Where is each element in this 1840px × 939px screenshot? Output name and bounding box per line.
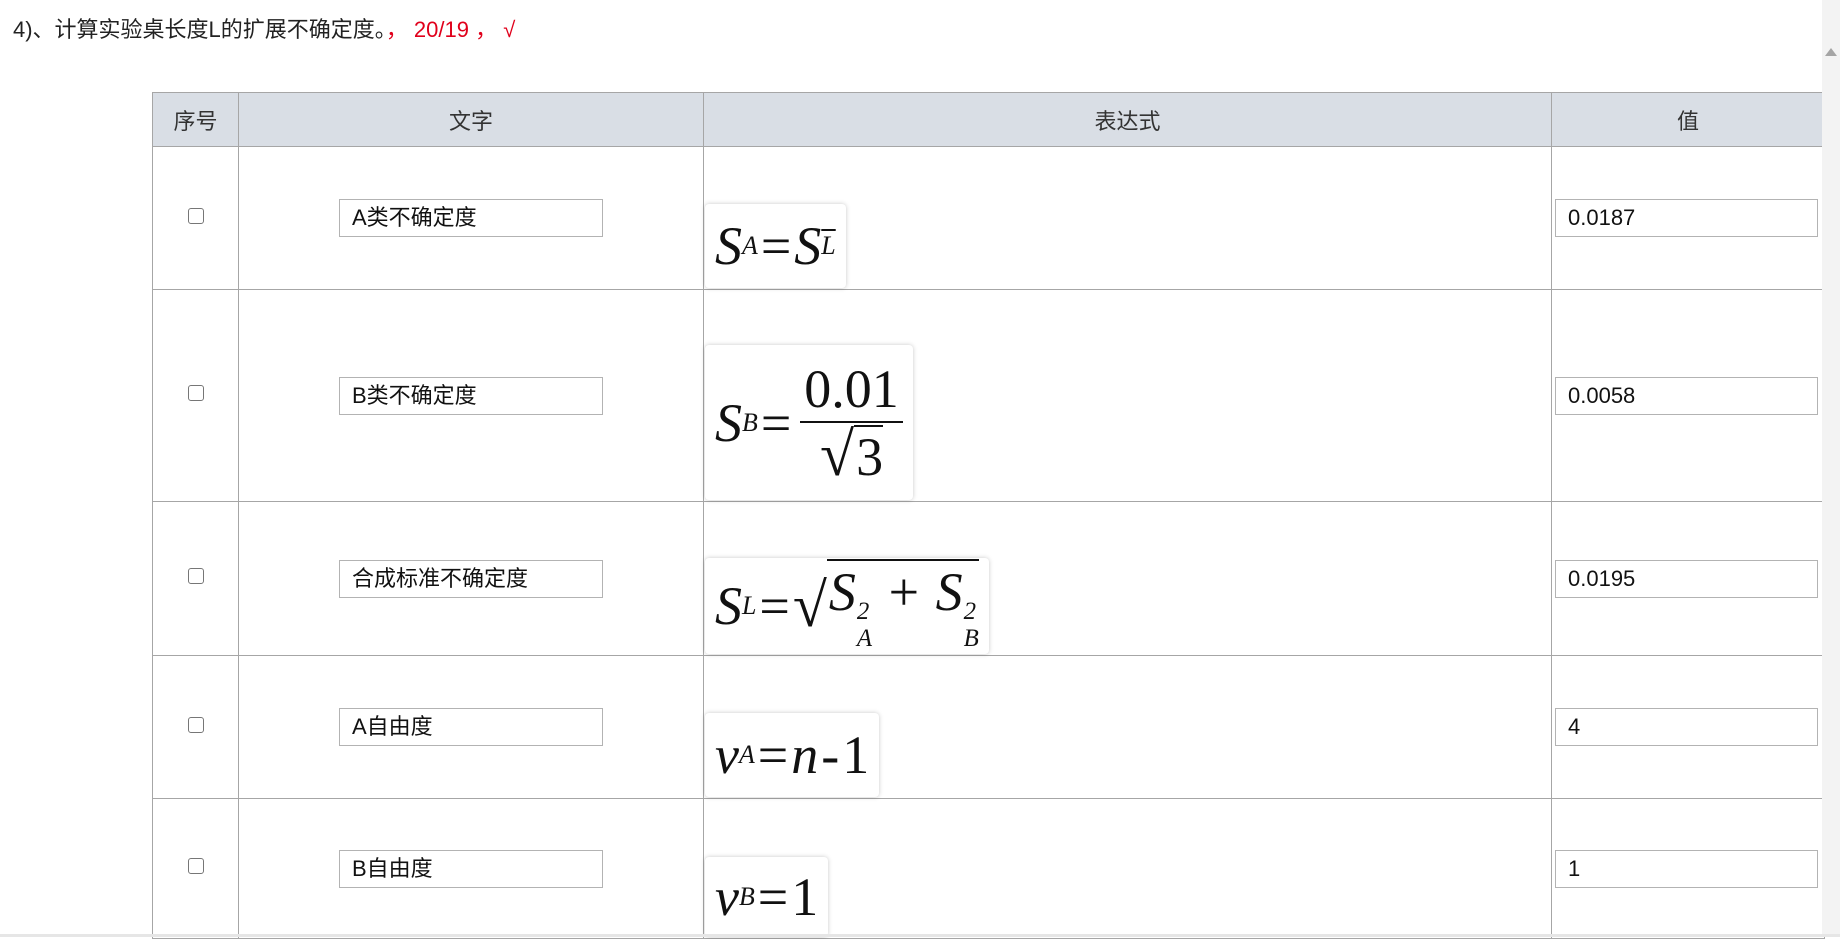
formula-plus: + bbox=[888, 562, 920, 623]
text-input[interactable]: A自由度 bbox=[339, 708, 603, 746]
formula-symbol: v bbox=[715, 867, 739, 927]
question-score: ， 20/19 ， √ bbox=[385, 17, 516, 42]
formula-number: 1 bbox=[842, 725, 870, 785]
text-cell: A类不确定度 bbox=[238, 146, 704, 290]
table-header-row: 序号 文字 表达式 值 bbox=[152, 92, 1825, 147]
text-cell: A自由度 bbox=[238, 655, 704, 799]
formula-image: vB = 1 bbox=[705, 857, 829, 937]
value-cell: 1 bbox=[1551, 798, 1825, 939]
formula-symbol: S bbox=[828, 562, 856, 623]
value-input[interactable]: 0.0195 bbox=[1555, 559, 1818, 598]
row-checkbox[interactable] bbox=[187, 716, 204, 733]
header-index: 序号 bbox=[152, 92, 239, 147]
value-cell: 0.0195 bbox=[1551, 501, 1825, 656]
vertical-scrollbar[interactable] bbox=[1822, 0, 1840, 937]
expression-cell: SA = SL bbox=[703, 146, 1552, 290]
value-input[interactable]: 0.0187 bbox=[1555, 199, 1818, 237]
radicand: S2A + S2B bbox=[826, 559, 979, 653]
formula-symbol: n bbox=[791, 725, 819, 785]
radical-sign: √ bbox=[792, 571, 827, 640]
formula-symbol: S bbox=[935, 562, 963, 623]
expression-cell: SL = √ S2A + S2B bbox=[703, 501, 1552, 656]
text-input[interactable]: B类不确定度 bbox=[339, 376, 603, 415]
formula-symbol: S bbox=[715, 576, 742, 636]
expression-cell: vA = n - 1 bbox=[703, 655, 1552, 799]
text-input[interactable]: A类不确定度 bbox=[339, 199, 603, 237]
formula-image: vA = n - 1 bbox=[705, 713, 880, 797]
value-cell: 0.0058 bbox=[1551, 289, 1825, 502]
radical-sign: √ bbox=[820, 420, 855, 489]
radicand: 3 bbox=[854, 424, 884, 487]
value-input[interactable]: 0.0058 bbox=[1555, 376, 1818, 415]
formula-subscript: B bbox=[963, 625, 979, 653]
fraction-denominator: √3 bbox=[820, 420, 884, 489]
formula-image: SL = √ S2A + S2B bbox=[705, 558, 989, 654]
scroll-up-arrow-icon[interactable] bbox=[1825, 48, 1837, 56]
row-select-cell bbox=[152, 501, 239, 656]
question-text: 4)、计算实验桌长度L的扩展不确定度。 bbox=[13, 17, 386, 42]
header-value: 值 bbox=[1551, 92, 1825, 147]
formula-image: SA = SL bbox=[705, 204, 846, 288]
formula-equals: = bbox=[760, 392, 792, 453]
value-cell: 4 bbox=[1551, 655, 1825, 799]
uncertainty-table: 序号 文字 表达式 值 A类不确定度 SA = SL 0.0187 B类不确定度… bbox=[152, 92, 1825, 939]
formula-image: SB = 0.01 √3 bbox=[705, 345, 913, 500]
formula-symbol: S bbox=[715, 392, 742, 453]
row-select-cell bbox=[152, 798, 239, 939]
expression-cell: vB = 1 bbox=[703, 798, 1552, 939]
row-checkbox[interactable] bbox=[187, 858, 204, 874]
formula-equals: = bbox=[757, 725, 789, 785]
table-row: A类不确定度 SA = SL 0.0187 bbox=[152, 146, 1825, 290]
table-row: A自由度 vA = n - 1 4 bbox=[152, 655, 1825, 799]
formula-minus: - bbox=[821, 725, 840, 785]
formula-equals: = bbox=[759, 576, 790, 636]
expression-cell: SB = 0.01 √3 bbox=[703, 289, 1552, 502]
formula-superscript: 2 bbox=[856, 598, 870, 626]
row-select-cell bbox=[152, 146, 239, 290]
question-title: 4)、计算实验桌长度L的扩展不确定度。， 20/19 ， √ bbox=[13, 14, 515, 46]
table-row: B类不确定度 SB = 0.01 √3 0.0058 bbox=[152, 289, 1825, 502]
formula-symbol: S bbox=[794, 216, 822, 276]
formula-symbol: v bbox=[715, 725, 739, 785]
formula-subsup: 2A bbox=[857, 598, 872, 653]
table-row: 合成标准不确定度 SL = √ S2A + S2B 0.0195 bbox=[152, 501, 1825, 656]
value-input[interactable]: 4 bbox=[1555, 708, 1818, 746]
header-expression: 表达式 bbox=[703, 92, 1552, 147]
formula-subsup: 2B bbox=[964, 598, 979, 653]
formula-number: 1 bbox=[791, 867, 819, 927]
formula-superscript: 2 bbox=[963, 598, 976, 626]
text-cell: B自由度 bbox=[238, 798, 704, 939]
formula-subscript: A bbox=[856, 625, 873, 653]
table-row: B自由度 vB = 1 1 bbox=[152, 798, 1825, 939]
value-cell: 0.0187 bbox=[1551, 146, 1825, 290]
formula-equals: = bbox=[760, 216, 792, 276]
value-input[interactable]: 1 bbox=[1555, 849, 1818, 888]
fraction-numerator: 0.01 bbox=[804, 358, 899, 419]
row-checkbox[interactable] bbox=[187, 385, 204, 401]
row-select-cell bbox=[152, 655, 239, 799]
formula-equals: = bbox=[757, 867, 789, 927]
formula-symbol: S bbox=[715, 216, 742, 276]
header-text: 文字 bbox=[238, 92, 704, 147]
text-cell: B类不确定度 bbox=[238, 289, 704, 502]
row-select-cell bbox=[152, 289, 239, 502]
formula-fraction: 0.01 √3 bbox=[800, 357, 903, 489]
row-checkbox[interactable] bbox=[187, 568, 204, 584]
text-input[interactable]: B自由度 bbox=[339, 849, 603, 888]
text-cell: 合成标准不确定度 bbox=[238, 501, 704, 656]
text-input[interactable]: 合成标准不确定度 bbox=[339, 559, 603, 598]
row-checkbox[interactable] bbox=[187, 207, 204, 224]
